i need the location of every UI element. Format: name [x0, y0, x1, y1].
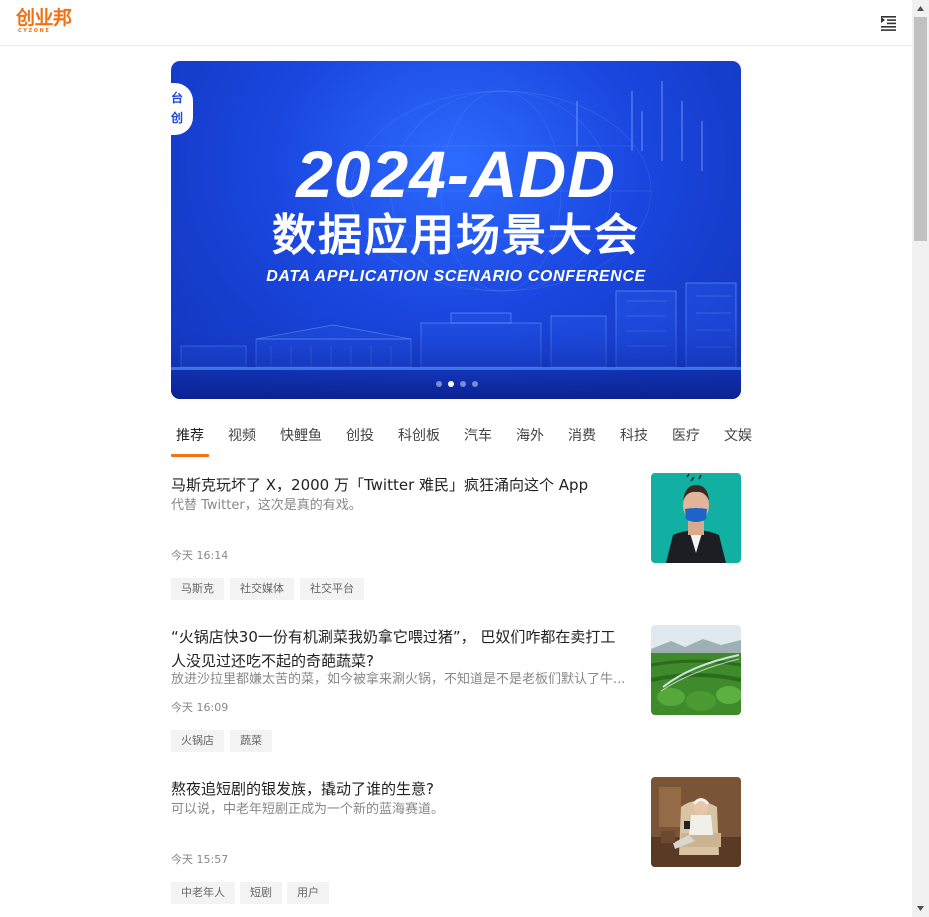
carousel-dot-1[interactable] — [436, 381, 442, 387]
scrollbar-thumb[interactable] — [914, 17, 927, 241]
article-tag[interactable]: 蔬菜 — [230, 730, 272, 752]
vegetable-field-image — [651, 625, 741, 715]
tab-medical[interactable]: 医疗 — [672, 426, 700, 446]
tab-tech[interactable]: 科技 — [620, 426, 648, 446]
article-item[interactable]: 马斯克玩坏了 X，2000 万「Twitter 难民」疯狂涌向这个 App 代替… — [171, 473, 741, 608]
article-item[interactable]: “火锅店快30一份有机涮菜我奶拿它喂过猪”， 巴奴们咋都在卖打工人没见过还吃不起… — [171, 625, 741, 760]
tab-video[interactable]: 视频 — [228, 426, 256, 446]
article-summary: 可以说，中老年短剧正成为一个新的蓝海赛道。 — [171, 802, 445, 817]
banner-subtitle: 数据应用场景大会 — [272, 210, 640, 261]
scroll-up-arrow-icon[interactable] — [912, 0, 929, 17]
article-time: 今天 16:14 — [171, 549, 229, 562]
tab-entertainment[interactable]: 文娱 — [724, 426, 752, 446]
elderly-man-image — [651, 777, 741, 867]
carousel-dot-4[interactable] — [472, 381, 478, 387]
article-tag[interactable]: 短剧 — [240, 882, 282, 904]
article-tag[interactable]: 用户 — [287, 882, 329, 904]
page: 创业邦 CYZONE 台 创 2024-ADD 数据应用场景大会 DATA AP… — [0, 0, 929, 917]
article-thumbnail[interactable] — [651, 777, 741, 867]
article-time: 今天 15:57 — [171, 853, 229, 866]
tab-venture[interactable]: 创投 — [346, 426, 374, 446]
carousel-dot-3[interactable] — [460, 381, 466, 387]
article-tag[interactable]: 社交媒体 — [230, 578, 294, 600]
hero-banner[interactable]: 台 创 2024-ADD 数据应用场景大会 DATA APPLICATION S… — [171, 61, 741, 399]
tab-auto[interactable]: 汽车 — [464, 426, 492, 446]
banner-title: 2024-ADD — [296, 137, 616, 211]
article-tag[interactable]: 社交平台 — [300, 578, 364, 600]
article-tag[interactable]: 马斯克 — [171, 578, 224, 600]
menu-icon[interactable] — [878, 13, 898, 33]
banner-badge-text-1: 台 — [171, 91, 184, 105]
man-portrait-image — [651, 473, 741, 563]
carousel-indicators — [435, 380, 479, 388]
article-title[interactable]: 熬夜追短剧的银发族，撬动了谁的生意? — [171, 777, 629, 801]
article-thumbnail[interactable] — [651, 473, 741, 563]
tab-consumer[interactable]: 消费 — [568, 426, 596, 446]
site-logo[interactable]: 创业邦 CYZONE — [16, 8, 74, 36]
tab-overseas[interactable]: 海外 — [516, 426, 544, 446]
article-tag[interactable]: 火锅店 — [171, 730, 224, 752]
article-summary: 代替 Twitter，这次是真的有戏。 — [171, 498, 362, 513]
tab-recommend[interactable]: 推荐 — [176, 426, 204, 446]
article-title[interactable]: 马斯克玩坏了 X，2000 万「Twitter 难民」疯狂涌向这个 App — [171, 473, 629, 497]
carousel-dot-2[interactable] — [448, 381, 454, 387]
article-title[interactable]: “火锅店快30一份有机涮菜我奶拿它喂过猪”， 巴奴们咋都在卖打工人没见过还吃不起… — [171, 625, 629, 673]
article-tag[interactable]: 中老年人 — [171, 882, 235, 904]
active-tab-indicator — [171, 454, 209, 457]
article-summary: 放进沙拉里都嫌太苦的菜，如今被拿来涮火锅，不知道是不是老板们默认了牛... — [171, 672, 626, 687]
top-header: 创业邦 CYZONE — [0, 0, 912, 46]
banner-badge-text-2: 创 — [171, 111, 184, 125]
tab-kuailiyu[interactable]: 快鲤鱼 — [280, 426, 322, 446]
scroll-down-arrow-icon[interactable] — [912, 900, 929, 917]
article-thumbnail[interactable] — [651, 625, 741, 715]
vertical-scrollbar[interactable] — [912, 0, 929, 917]
banner-english-subtitle: DATA APPLICATION SCENARIO CONFERENCE — [266, 268, 646, 285]
article-item[interactable]: 熬夜追短剧的银发族，撬动了谁的生意? 可以说，中老年短剧正成为一个新的蓝海赛道。… — [171, 777, 741, 912]
category-tabs: 推荐 视频 快鲤鱼 创投 科创板 汽车 海外 消费 科技 医疗 文娱 — [171, 420, 771, 458]
banner-corner-badge: 台 创 — [171, 83, 193, 135]
article-time: 今天 16:09 — [171, 701, 229, 714]
logo-text: 创业邦 — [16, 7, 72, 29]
tab-star-market[interactable]: 科创板 — [398, 426, 440, 446]
